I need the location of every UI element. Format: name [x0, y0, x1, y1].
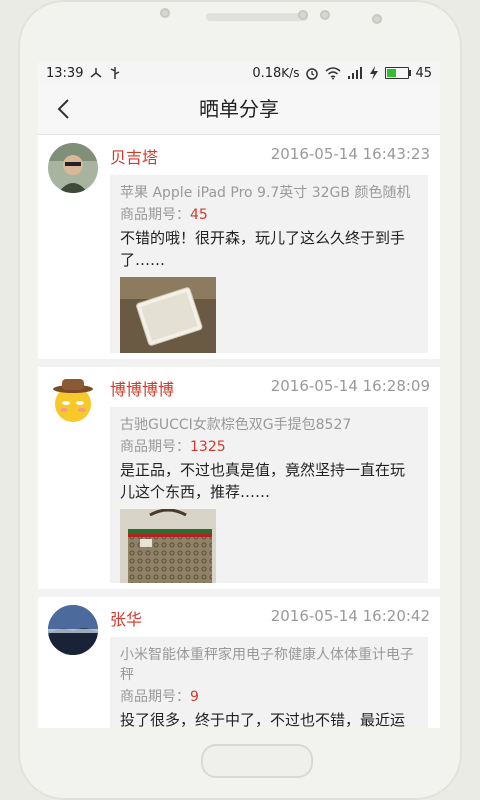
usb-debug-icon	[91, 68, 102, 78]
post-time: 2016-05-14 16:43:23	[270, 145, 430, 163]
share-card[interactable]: 小米智能体重秤家用电子称健康人体体重计电子秤 商品期号：9 投了很多，终于中了，…	[110, 637, 428, 728]
share-comment: 是正品，不过也真是值，竟然坚持一直在玩儿这个东西，推荐……	[120, 461, 406, 501]
avatar[interactable]	[48, 605, 98, 655]
signal-icon	[348, 67, 363, 79]
charging-icon	[370, 66, 379, 80]
home-button[interactable]	[201, 744, 313, 778]
wifi-icon	[325, 67, 341, 80]
screen: 13:39 0.18K/s 45 晒单分享 贝吉塔 2016-05-14 16:…	[38, 62, 440, 728]
battery-icon	[385, 67, 412, 79]
page-title: 晒单分享	[199, 97, 279, 121]
product-period: 商品期号：9	[120, 689, 199, 705]
share-list: 贝吉塔 2016-05-14 16:43:23 苹果 Apple iPad Pr…	[38, 135, 440, 728]
network-speed: 0.18K/s	[252, 65, 300, 81]
share-photo[interactable]	[120, 277, 216, 353]
alarm-icon	[306, 68, 319, 80]
avatar[interactable]	[48, 143, 98, 193]
product-name: 古驰GUCCI女款棕色双G手提包8527	[120, 417, 352, 433]
share-card[interactable]: 古驰GUCCI女款棕色双G手提包8527 商品期号：1325 是正品，不过也真是…	[110, 407, 428, 583]
list-item[interactable]: 张华 2016-05-14 16:20:42 小米智能体重秤家用电子称健康人体体…	[38, 597, 440, 728]
status-bar: 13:39 0.18K/s 45	[38, 62, 440, 84]
list-item[interactable]: 博博博博 2016-05-14 16:28:09 古驰GUCCI女款棕色双G手提…	[38, 367, 440, 597]
clock: 13:39	[46, 65, 84, 81]
product-period: 商品期号：45	[120, 207, 208, 223]
share-comment: 投了很多，终于中了，不过也不错，最近运气还挺好的，还中了个玩具车	[120, 711, 406, 728]
username[interactable]: 博博博博	[110, 376, 174, 400]
sensor-dot	[298, 10, 308, 20]
back-arrow-icon[interactable]	[52, 96, 78, 122]
speaker-grille	[206, 13, 308, 21]
product-period: 商品期号：1325	[120, 439, 226, 455]
front-camera	[372, 14, 382, 24]
username[interactable]: 张华	[110, 606, 142, 630]
battery-level	[387, 69, 397, 77]
post-time: 2016-05-14 16:28:09	[270, 377, 430, 395]
share-photo[interactable]	[120, 509, 216, 583]
usb-icon	[111, 67, 120, 79]
avatar[interactable]	[48, 375, 98, 425]
product-name: 小米智能体重秤家用电子称健康人体体重计电子秤	[120, 647, 414, 683]
product-name: 苹果 Apple iPad Pro 9.7英寸 32GB 颜色随机	[120, 185, 411, 201]
list-item[interactable]: 贝吉塔 2016-05-14 16:43:23 苹果 Apple iPad Pr…	[38, 135, 440, 367]
username[interactable]: 贝吉塔	[110, 144, 158, 168]
share-comment: 不错的哦！很开森，玩儿了这么久终于到手了……	[120, 229, 406, 269]
share-card[interactable]: 苹果 Apple iPad Pro 9.7英寸 32GB 颜色随机 商品期号：4…	[110, 175, 428, 353]
sensor-dot	[320, 10, 330, 20]
post-time: 2016-05-14 16:20:42	[270, 607, 430, 625]
title-bar: 晒单分享	[38, 84, 440, 135]
sensor-dot	[160, 8, 170, 18]
battery-percent: 45	[415, 65, 432, 81]
